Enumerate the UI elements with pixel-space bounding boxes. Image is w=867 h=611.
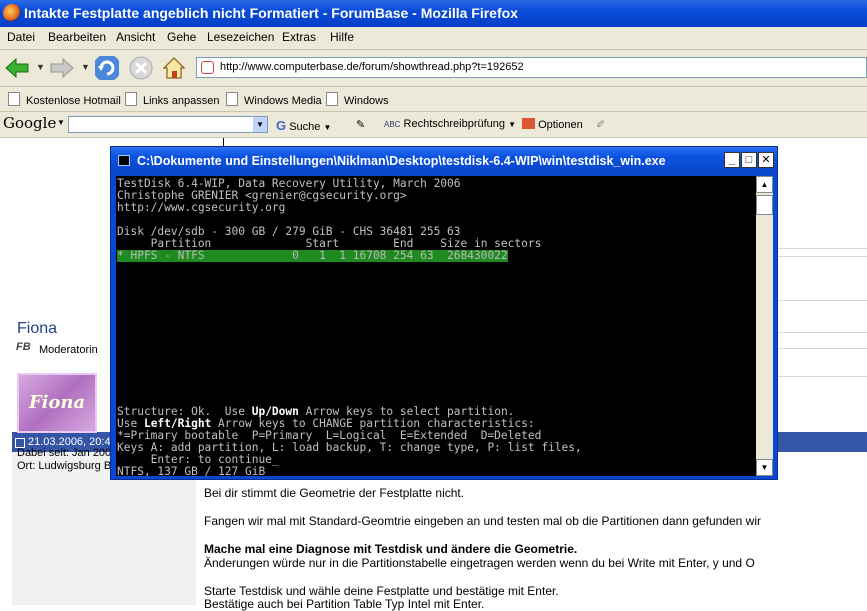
forward-arrow-icon[interactable]	[48, 54, 76, 82]
google-logo[interactable]: Google	[3, 114, 56, 132]
browser-title: Intakte Festplatte angeblich nicht Forma…	[24, 5, 518, 21]
page-icon	[125, 92, 137, 106]
options-icon	[522, 118, 535, 129]
bookmark-windows-media[interactable]: Windows Media	[226, 92, 322, 107]
console-line: NTFS, 137 GB / 127 GiB	[117, 465, 266, 477]
google-toolbar: Google ▼ ▼ G Suche ▼ ✎ ABC Rechtschreibp…	[0, 112, 867, 138]
user-role: Moderatorin	[39, 344, 98, 356]
moderator-badge-icon: FB	[16, 341, 31, 353]
scroll-up-icon[interactable]: ▲	[756, 176, 773, 193]
scroll-thumb[interactable]	[756, 195, 773, 215]
scroll-down-icon[interactable]: ▼	[756, 459, 773, 476]
post-text-line: Fangen wir mal mit Standard-Geomtrie ein…	[204, 514, 761, 528]
google-tools-icon[interactable]: ✎	[356, 118, 365, 131]
url-text: http://www.computerbase.de/forum/showthr…	[220, 61, 524, 73]
avatar: Fiona	[17, 373, 97, 433]
back-dropdown-icon[interactable]: ▼	[36, 62, 45, 72]
stop-icon[interactable]	[127, 54, 155, 82]
user-joined: Dabei seit: Jan 2004	[17, 447, 118, 459]
page-icon	[326, 92, 338, 106]
site-favicon-icon	[201, 61, 214, 74]
home-icon[interactable]	[160, 54, 188, 82]
bookmark-windows[interactable]: Windows	[326, 92, 389, 107]
console-window[interactable]: C:\Dokumente und Einstellungen\Niklman\D…	[110, 146, 778, 480]
user-location: Ort: Ludwigsburg BW	[17, 460, 122, 472]
console-line: http://www.cgsecurity.org	[117, 201, 286, 214]
google-search-button[interactable]: G Suche ▼	[276, 118, 331, 133]
highlighter-icon[interactable]: ✐	[596, 118, 605, 131]
url-bar[interactable]: http://www.computerbase.de/forum/showthr…	[196, 57, 867, 78]
post-text-line: Bestätige auch bei Partition Table Typ I…	[204, 597, 485, 611]
console-title-bar[interactable]: C:\Dokumente und Einstellungen\Niklman\D…	[111, 147, 777, 175]
spellcheck-dropdown-icon: ▼	[508, 120, 517, 129]
firefox-icon	[3, 4, 21, 22]
post-text-line: Änderungen würde nur in die Partitionsta…	[204, 556, 755, 570]
console-scrollbar[interactable]: ▲ ▼	[756, 176, 773, 476]
abc-icon: ABC	[384, 120, 401, 129]
post-text-line: Mache mal eine Diagnose mit Testdisk und…	[204, 542, 578, 556]
google-menu-dropdown-icon[interactable]: ▼	[57, 118, 65, 127]
menu-bearbeiten[interactable]: Bearbeiten	[48, 30, 106, 44]
maximize-button[interactable]: □	[741, 152, 757, 168]
post-text-line: Bei dir stimmt die Geometrie der Festpla…	[204, 486, 465, 500]
console-output[interactable]: TestDisk 6.4-WIP, Data Recovery Utility,…	[116, 176, 756, 476]
google-search-dropdown-icon[interactable]: ▼	[253, 117, 267, 132]
menu-datei[interactable]: Datei	[7, 30, 35, 44]
back-arrow-icon[interactable]	[3, 54, 31, 82]
minimize-button[interactable]: _	[724, 152, 740, 168]
menu-ansicht[interactable]: Ansicht	[116, 30, 155, 44]
browser-title-bar: Intakte Festplatte angeblich nicht Forma…	[0, 0, 867, 27]
options-button[interactable]: Optionen	[522, 118, 583, 131]
bookmark-links-anpassen[interactable]: Links anpassen	[125, 92, 219, 107]
menu-lesezeichen[interactable]: Lesezeichen	[207, 30, 274, 44]
google-g-icon: G	[276, 118, 287, 133]
page-icon	[8, 92, 20, 106]
post-username[interactable]: Fiona	[17, 320, 57, 338]
bookmark-hotmail[interactable]: Kostenlose Hotmail	[8, 92, 121, 107]
page-icon	[226, 92, 238, 106]
console-title: C:\Dokumente und Einstellungen\Niklman\D…	[137, 154, 666, 168]
google-search-menu-icon: ▼	[323, 123, 332, 132]
google-search-input[interactable]: ▼	[68, 116, 268, 133]
menu-bar: Datei Bearbeiten Ansicht Gehe Lesezeiche…	[0, 27, 867, 50]
bookmarks-toolbar: Kostenlose Hotmail Links anpassen Window…	[0, 87, 867, 112]
spellcheck-button[interactable]: ABC Rechtschreibprüfung ▼	[384, 118, 516, 130]
menu-hilfe[interactable]: Hilfe	[330, 30, 354, 44]
close-button[interactable]: ✕	[758, 152, 774, 168]
forward-dropdown-icon[interactable]: ▼	[81, 62, 90, 72]
reload-icon[interactable]	[93, 54, 121, 82]
menu-gehe[interactable]: Gehe	[167, 30, 196, 44]
selected-partition-row[interactable]: * HPFS - NTFS 0 1 1 16708 254 63 2684300…	[117, 250, 508, 262]
post-text-line: Starte Testdisk und wähle deine Festplat…	[204, 584, 559, 598]
console-app-icon	[118, 155, 130, 166]
menu-extras[interactable]: Extras	[282, 30, 316, 44]
